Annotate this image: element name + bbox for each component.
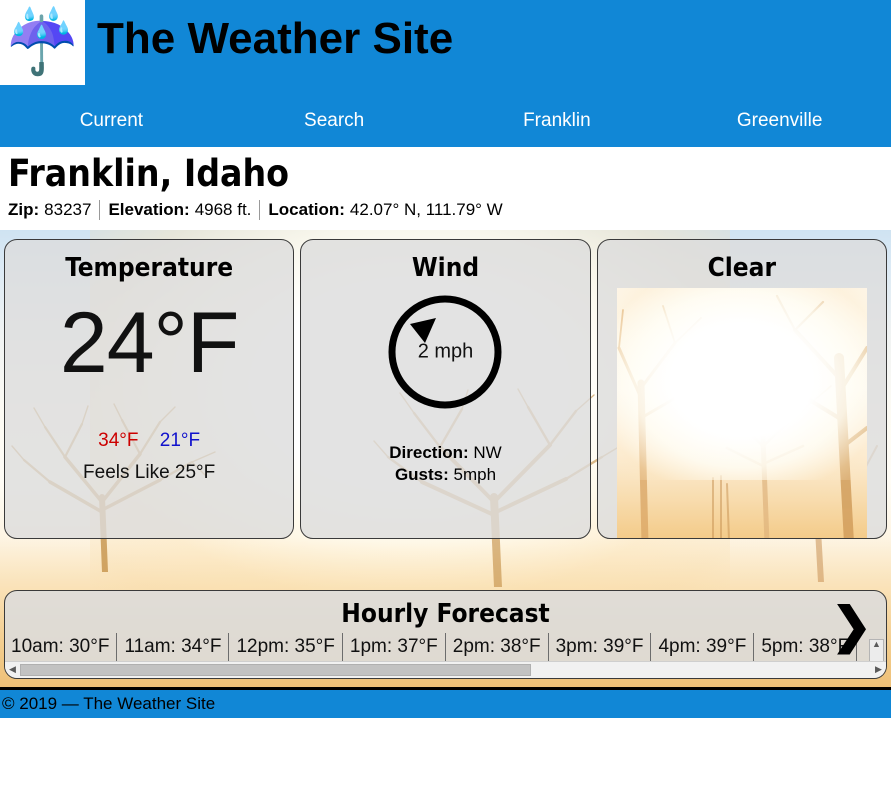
temperature-low: 21°F [159,430,201,452]
meta-zip-label: Zip: [8,199,40,219]
wind-card: Wind 2 mph Direction: NW Gusts: 5mph [300,238,591,539]
hourly-forecast-title: Hourly Forecast [341,598,550,629]
list-item: 1pm: 37°F [343,632,446,661]
main-navigation: Current Search Franklin Greenville [0,95,891,147]
condition-card-title: Clear [707,252,776,283]
temperature-high: 34°F [98,430,139,452]
site-footer: © 2019 — The Weather Site [0,686,891,718]
copyright-text: © 2019 — The Weather Site [2,693,216,713]
weather-cards-row: Temperature 24°F 34°F 21°F Feels Like 25… [4,238,887,539]
list-item: 4pm: 39°F [651,632,755,661]
scroll-right-icon[interactable]: ▶ [871,664,886,675]
meta-zip: Zip: 83237 [8,200,99,220]
wind-gusts-label: Gusts: [394,464,449,484]
chevron-right-icon[interactable]: ❯ [831,601,872,650]
temperature-high-low: 34°F 21°F [5,430,293,452]
weather-region: Temperature 24°F 34°F 21°F Feels Like 25… [0,229,891,687]
list-item: 11am: 34°F [117,632,230,661]
scroll-up-icon[interactable]: ▲ [872,639,881,649]
horizontal-scrollbar[interactable]: ◀ ▶ [5,660,886,678]
list-item: 3pm: 39°F [549,632,652,661]
scrollbar-track[interactable] [20,663,871,676]
site-logo[interactable]: ☔ [0,0,85,85]
sun-glare-photo [616,288,867,481]
scroll-left-icon[interactable]: ◀ [5,664,20,675]
site-title: The Weather Site [97,14,454,63]
list-item: 12pm: 35°F [229,632,343,661]
list-item: 2pm: 38°F [446,632,549,661]
site-header: ☔ The Weather Site [0,0,891,95]
nav-item-greenville[interactable]: Greenville [668,95,891,147]
meta-zip-value: 83237 [44,199,92,219]
wind-dial-container: 2 mph [301,290,589,414]
sunlit-trees-photo [616,288,867,538]
wind-direction-value: NW [473,443,502,463]
wind-direction-label: Direction: [389,443,469,463]
meta-elevation-value: 4968 ft. [194,199,252,219]
meta-elevation: Elevation: 4968 ft. [99,199,259,220]
wind-details: Direction: NW Gusts: 5mph [301,442,589,485]
wind-gusts-row: Gusts: 5mph [301,464,589,485]
page-title: Franklin, Idaho [8,152,290,195]
feels-like-temperature: Feels Like 25°F [83,462,216,484]
wind-card-title: Wind [411,252,480,283]
hourly-forecast-panel: Hourly Forecast ❯ ▲ ▼ 10am: 30°F 11am: 3… [4,589,887,679]
wind-gusts-value: 5mph [453,464,497,484]
nav-item-current[interactable]: Current [0,95,223,147]
wind-speed-value: 2 mph [417,340,474,363]
list-item: 10am: 30°F [7,632,118,661]
condition-card: Clear [596,238,887,539]
wind-direction-row: Direction: NW [301,442,589,463]
wind-direction-dial-icon: 2 mph [383,290,507,414]
meta-elevation-label: Elevation: [108,199,190,219]
scrollbar-thumb[interactable] [20,663,531,676]
location-meta-row: Zip: 83237 Elevation: 4968 ft. Location:… [8,199,883,220]
temperature-card: Temperature 24°F 34°F 21°F Feels Like 25… [4,238,295,539]
nav-item-franklin[interactable]: Franklin [446,95,669,147]
nav-item-search[interactable]: Search [223,95,446,147]
meta-location-label: Location: [268,199,345,219]
umbrella-with-rain-drops-icon: ☔ [3,7,82,77]
meta-location-value: 42.07° N, 111.79° W [349,199,503,219]
temperature-card-title: Temperature [65,252,234,283]
meta-location: Location: 42.07° N, 111.79° W [259,199,510,220]
location-summary: Franklin, Idaho Zip: 83237 Elevation: 49… [0,147,891,230]
current-temperature: 24°F [59,295,240,392]
hourly-forecast-list[interactable]: 10am: 30°F 11am: 34°F 12pm: 35°F 1pm: 37… [5,632,886,661]
